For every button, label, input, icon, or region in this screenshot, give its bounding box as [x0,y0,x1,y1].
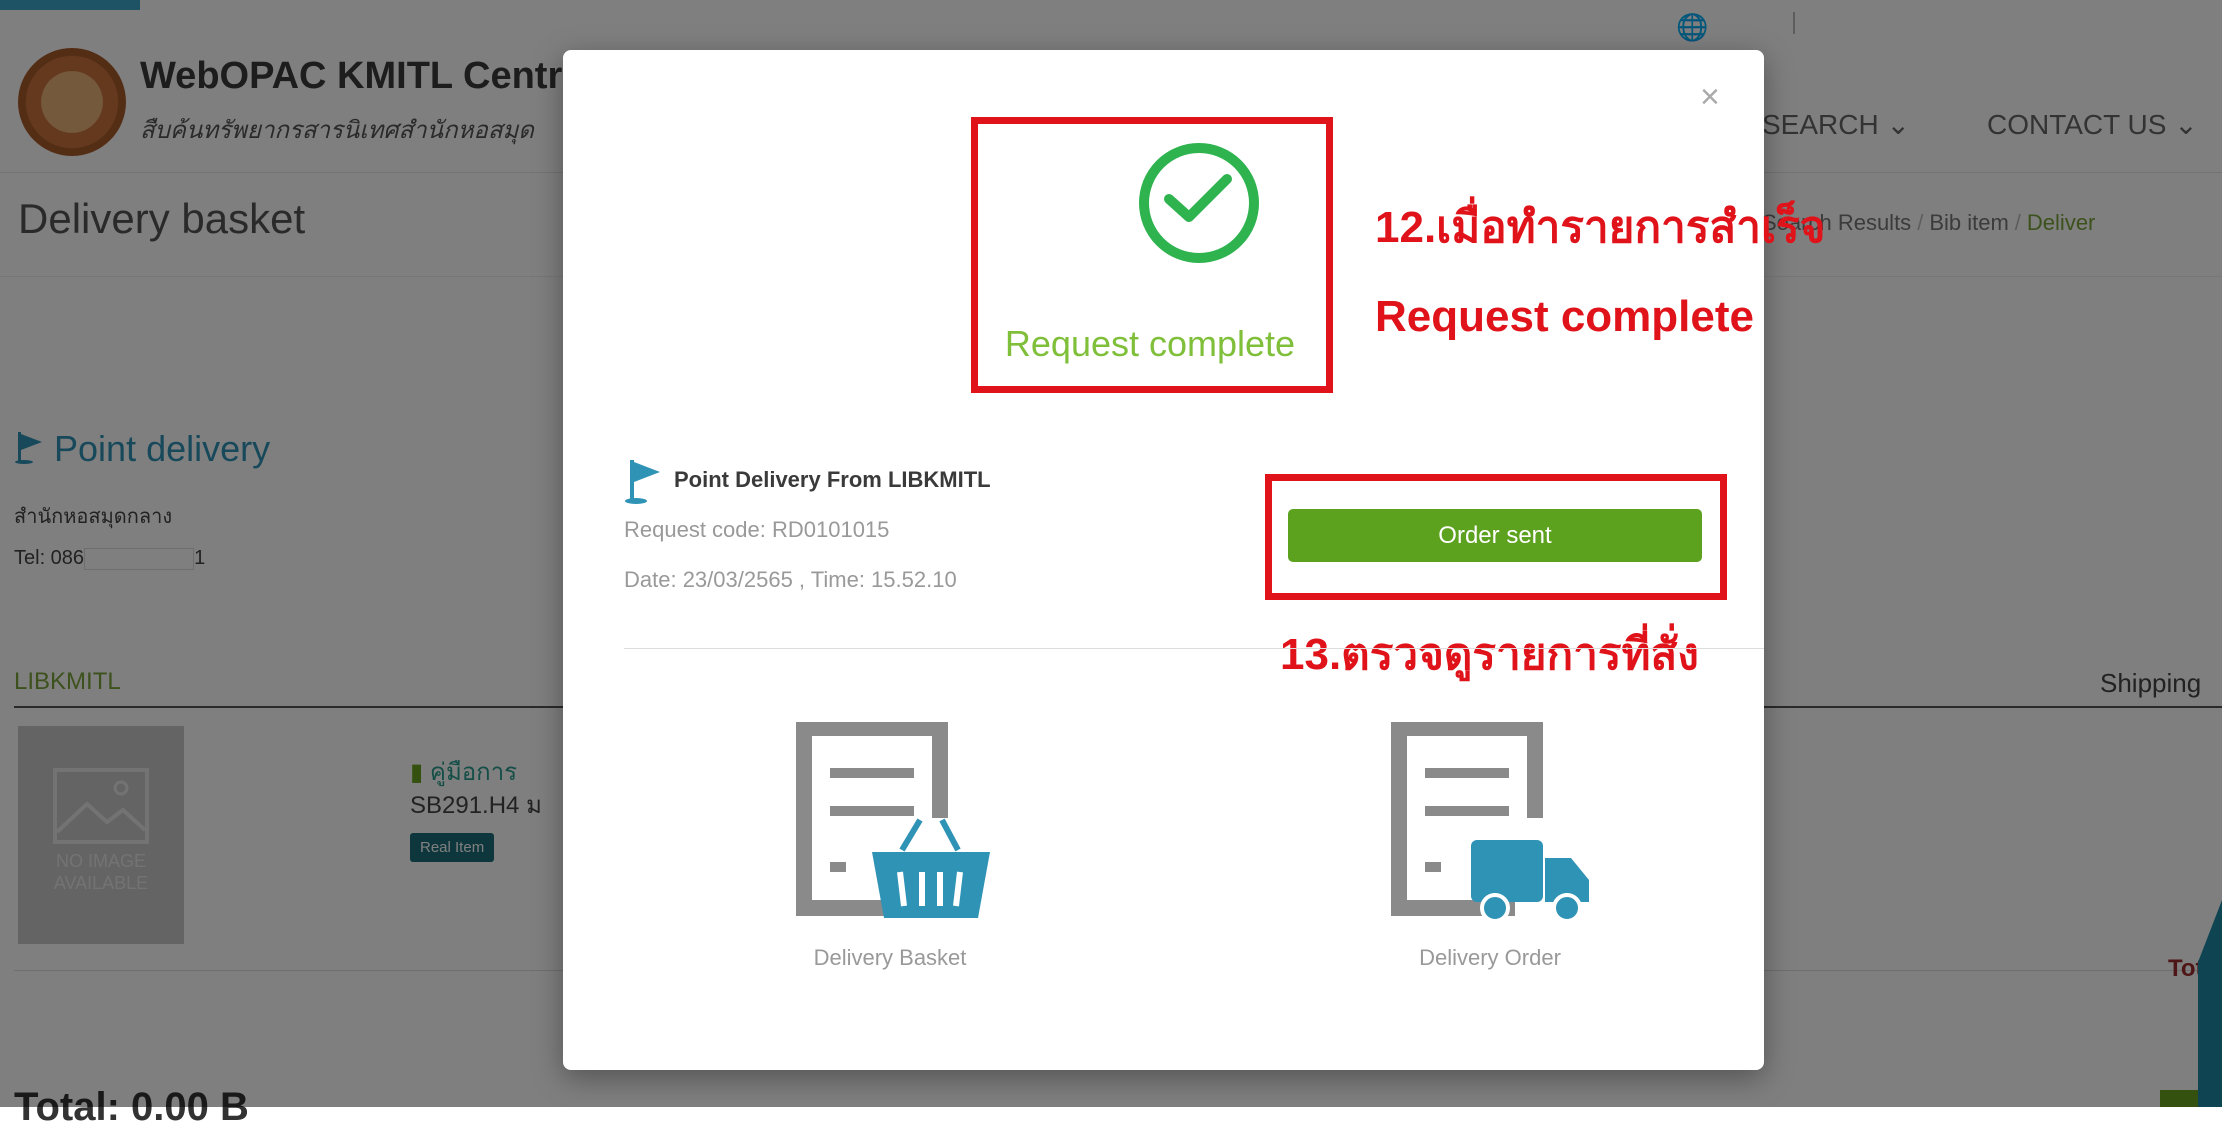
delivery-basket-label[interactable]: Delivery Basket [760,945,1020,971]
annotation-step12: 12.เมื่อทำรายการสำเร็จ [1375,203,1826,252]
point-delivery-from: Point Delivery From LIBKMITL [674,467,991,492]
close-icon[interactable]: × [1700,78,1720,117]
flag-icon [625,460,660,504]
request-date-time: Date: 23/03/2565 , Time: 15.52.10 [624,567,957,592]
annotation-step13: 13.ตรวจดูรายการที่สั่ง [1280,630,1699,679]
request-code: Request code: RD0101015 [624,517,890,542]
delivery-basket-icon[interactable] [790,722,1000,932]
modal-divider [624,648,1764,649]
annotation-box-order-sent [1265,474,1727,600]
annotation-step12-en: Request complete [1375,292,1754,341]
delivery-order-icon[interactable] [1385,722,1595,932]
annotation-box-request-complete [971,117,1333,393]
delivery-order-label[interactable]: Delivery Order [1360,945,1620,971]
